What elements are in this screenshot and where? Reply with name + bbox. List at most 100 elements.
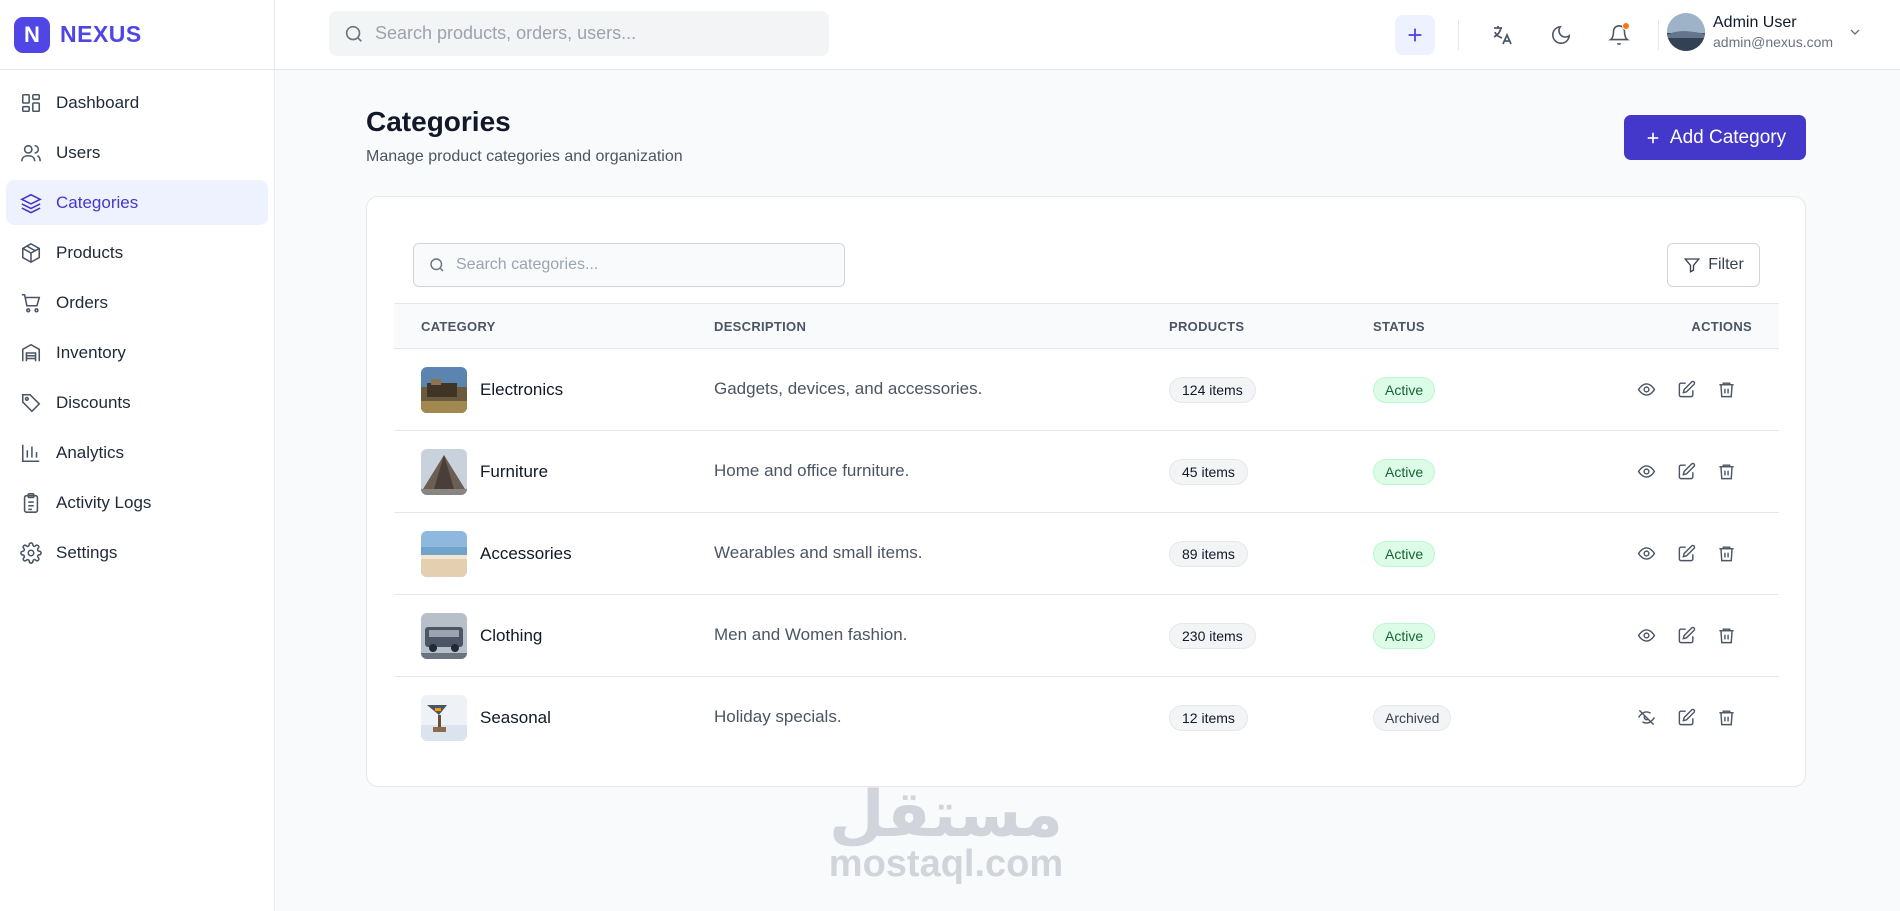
tag-icon [20, 392, 42, 414]
delete-button[interactable] [1714, 705, 1738, 729]
moon-icon [1552, 25, 1571, 44]
eye-icon [1637, 628, 1655, 642]
watermark-arabic: مستقل [828, 778, 1064, 852]
category-thumbnail [421, 449, 467, 495]
column-header-status[interactable]: STATUS [1373, 319, 1425, 334]
category-name: Accessories [480, 544, 572, 563]
brand[interactable]: N NEXUS [0, 0, 274, 70]
global-search-input[interactable] [375, 23, 815, 44]
table-row[interactable]: Electronics Gadgets, devices, and access… [394, 349, 1779, 431]
notification-badge [1622, 22, 1630, 30]
avatar [1667, 13, 1705, 51]
plus-icon [1644, 129, 1662, 147]
table-row[interactable]: Furniture Home and office furniture. 45 … [394, 431, 1779, 513]
category-cell: Accessories [421, 531, 572, 577]
sidebar: N NEXUS Dashboard Users Categories Produ… [0, 0, 275, 911]
row-actions [1634, 377, 1738, 401]
category-name: Furniture [480, 462, 549, 481]
global-search[interactable] [329, 11, 829, 56]
product-count-badge: 124 items [1169, 377, 1256, 403]
sidebar-item-label: Dashboard [56, 92, 140, 112]
sidebar-item-settings[interactable]: Settings [6, 530, 268, 575]
search-icon [343, 23, 365, 45]
user-menu[interactable]: Admin User admin@nexus.com [1667, 13, 1863, 51]
theme-toggle-button[interactable] [1541, 15, 1581, 55]
warehouse-icon [20, 342, 42, 364]
filter-icon [1683, 256, 1701, 274]
sidebar-item-dashboard[interactable]: Dashboard [6, 80, 268, 125]
table-row[interactable]: Seasonal Holiday specials. 12 items Arch… [394, 677, 1779, 759]
watermark-latin: mostaql.com [828, 843, 1064, 885]
category-name: Seasonal [480, 708, 551, 727]
edit-icon [1678, 626, 1695, 643]
sidebar-item-label: Settings [56, 542, 118, 562]
notifications-button[interactable] [1599, 15, 1639, 55]
clipboard-icon [20, 492, 42, 514]
trash-icon [1718, 463, 1734, 479]
view-button[interactable] [1634, 459, 1658, 483]
sidebar-item-label: Analytics [56, 442, 125, 462]
filter-label: Filter [1708, 256, 1744, 273]
category-search[interactable] [413, 243, 845, 287]
trash-icon [1718, 709, 1734, 725]
table-row[interactable]: Clothing Men and Women fashion. 230 item… [394, 595, 1779, 677]
user-info: Admin User admin@nexus.com [1713, 13, 1833, 51]
eye-off-icon [1637, 709, 1655, 725]
sidebar-item-analytics[interactable]: Analytics [6, 430, 268, 475]
language-button[interactable] [1482, 15, 1522, 55]
delete-button[interactable] [1714, 459, 1738, 483]
add-category-button[interactable]: Add Category [1624, 115, 1806, 160]
status-badge: Archived [1373, 705, 1452, 731]
category-name: Electronics [480, 380, 564, 399]
sidebar-item-orders[interactable]: Orders [6, 280, 268, 325]
edit-button[interactable] [1674, 377, 1698, 401]
sidebar-item-discounts[interactable]: Discounts [6, 380, 268, 425]
sidebar-item-users[interactable]: Users [6, 130, 268, 175]
sidebar-item-categories[interactable]: Categories [6, 180, 268, 225]
column-header-category[interactable]: CATEGORY [421, 319, 496, 334]
toggle-visibility-button[interactable] [1634, 705, 1658, 729]
delete-button[interactable] [1714, 623, 1738, 647]
table-row[interactable]: Accessories Wearables and small items. 8… [394, 513, 1779, 595]
edit-button[interactable] [1674, 541, 1698, 565]
dashboard-icon [20, 92, 42, 114]
view-button[interactable] [1634, 377, 1658, 401]
quick-add-button[interactable] [1395, 15, 1435, 55]
translate-icon [1493, 26, 1512, 45]
category-search-input[interactable] [456, 256, 836, 274]
plus-icon [1408, 28, 1422, 42]
search-icon [428, 256, 446, 274]
sidebar-item-products[interactable]: Products [6, 230, 268, 275]
add-category-label: Add Category [1669, 126, 1787, 148]
view-button[interactable] [1634, 541, 1658, 565]
user-name: Admin User [1713, 14, 1797, 31]
category-cell: Electronics [421, 367, 563, 413]
sidebar-item-label: Inventory [56, 342, 126, 362]
sidebar-item-label: Categories [56, 192, 139, 212]
categories-table: CATEGORY DESCRIPTION PRODUCTS STATUS ACT… [394, 303, 1779, 759]
sidebar-item-label: Products [56, 242, 124, 262]
delete-button[interactable] [1714, 541, 1738, 565]
category-description: Holiday specials. [714, 707, 842, 726]
product-count-badge: 89 items [1169, 541, 1248, 567]
edit-button[interactable] [1674, 623, 1698, 647]
view-button[interactable] [1634, 623, 1658, 647]
delete-button[interactable] [1714, 377, 1738, 401]
column-header-products[interactable]: PRODUCTS [1169, 319, 1244, 334]
category-description: Wearables and small items. [714, 543, 923, 562]
filter-button[interactable]: Filter [1667, 243, 1760, 287]
trash-icon [1718, 381, 1734, 397]
divider [1658, 20, 1659, 50]
edit-icon [1678, 380, 1695, 397]
watermark: مستقل mostaql.com [826, 780, 1066, 884]
sidebar-item-activity-logs[interactable]: Activity Logs [6, 480, 268, 525]
category-cell: Furniture [421, 449, 548, 495]
edit-button[interactable] [1674, 705, 1698, 729]
sidebar-item-label: Users [56, 142, 101, 162]
column-header-description[interactable]: DESCRIPTION [714, 319, 806, 334]
category-description: Gadgets, devices, and accessories. [714, 379, 983, 398]
sidebar-item-inventory[interactable]: Inventory [6, 330, 268, 375]
brand-logo: N [14, 16, 50, 53]
edit-icon [1678, 544, 1695, 561]
edit-button[interactable] [1674, 459, 1698, 483]
